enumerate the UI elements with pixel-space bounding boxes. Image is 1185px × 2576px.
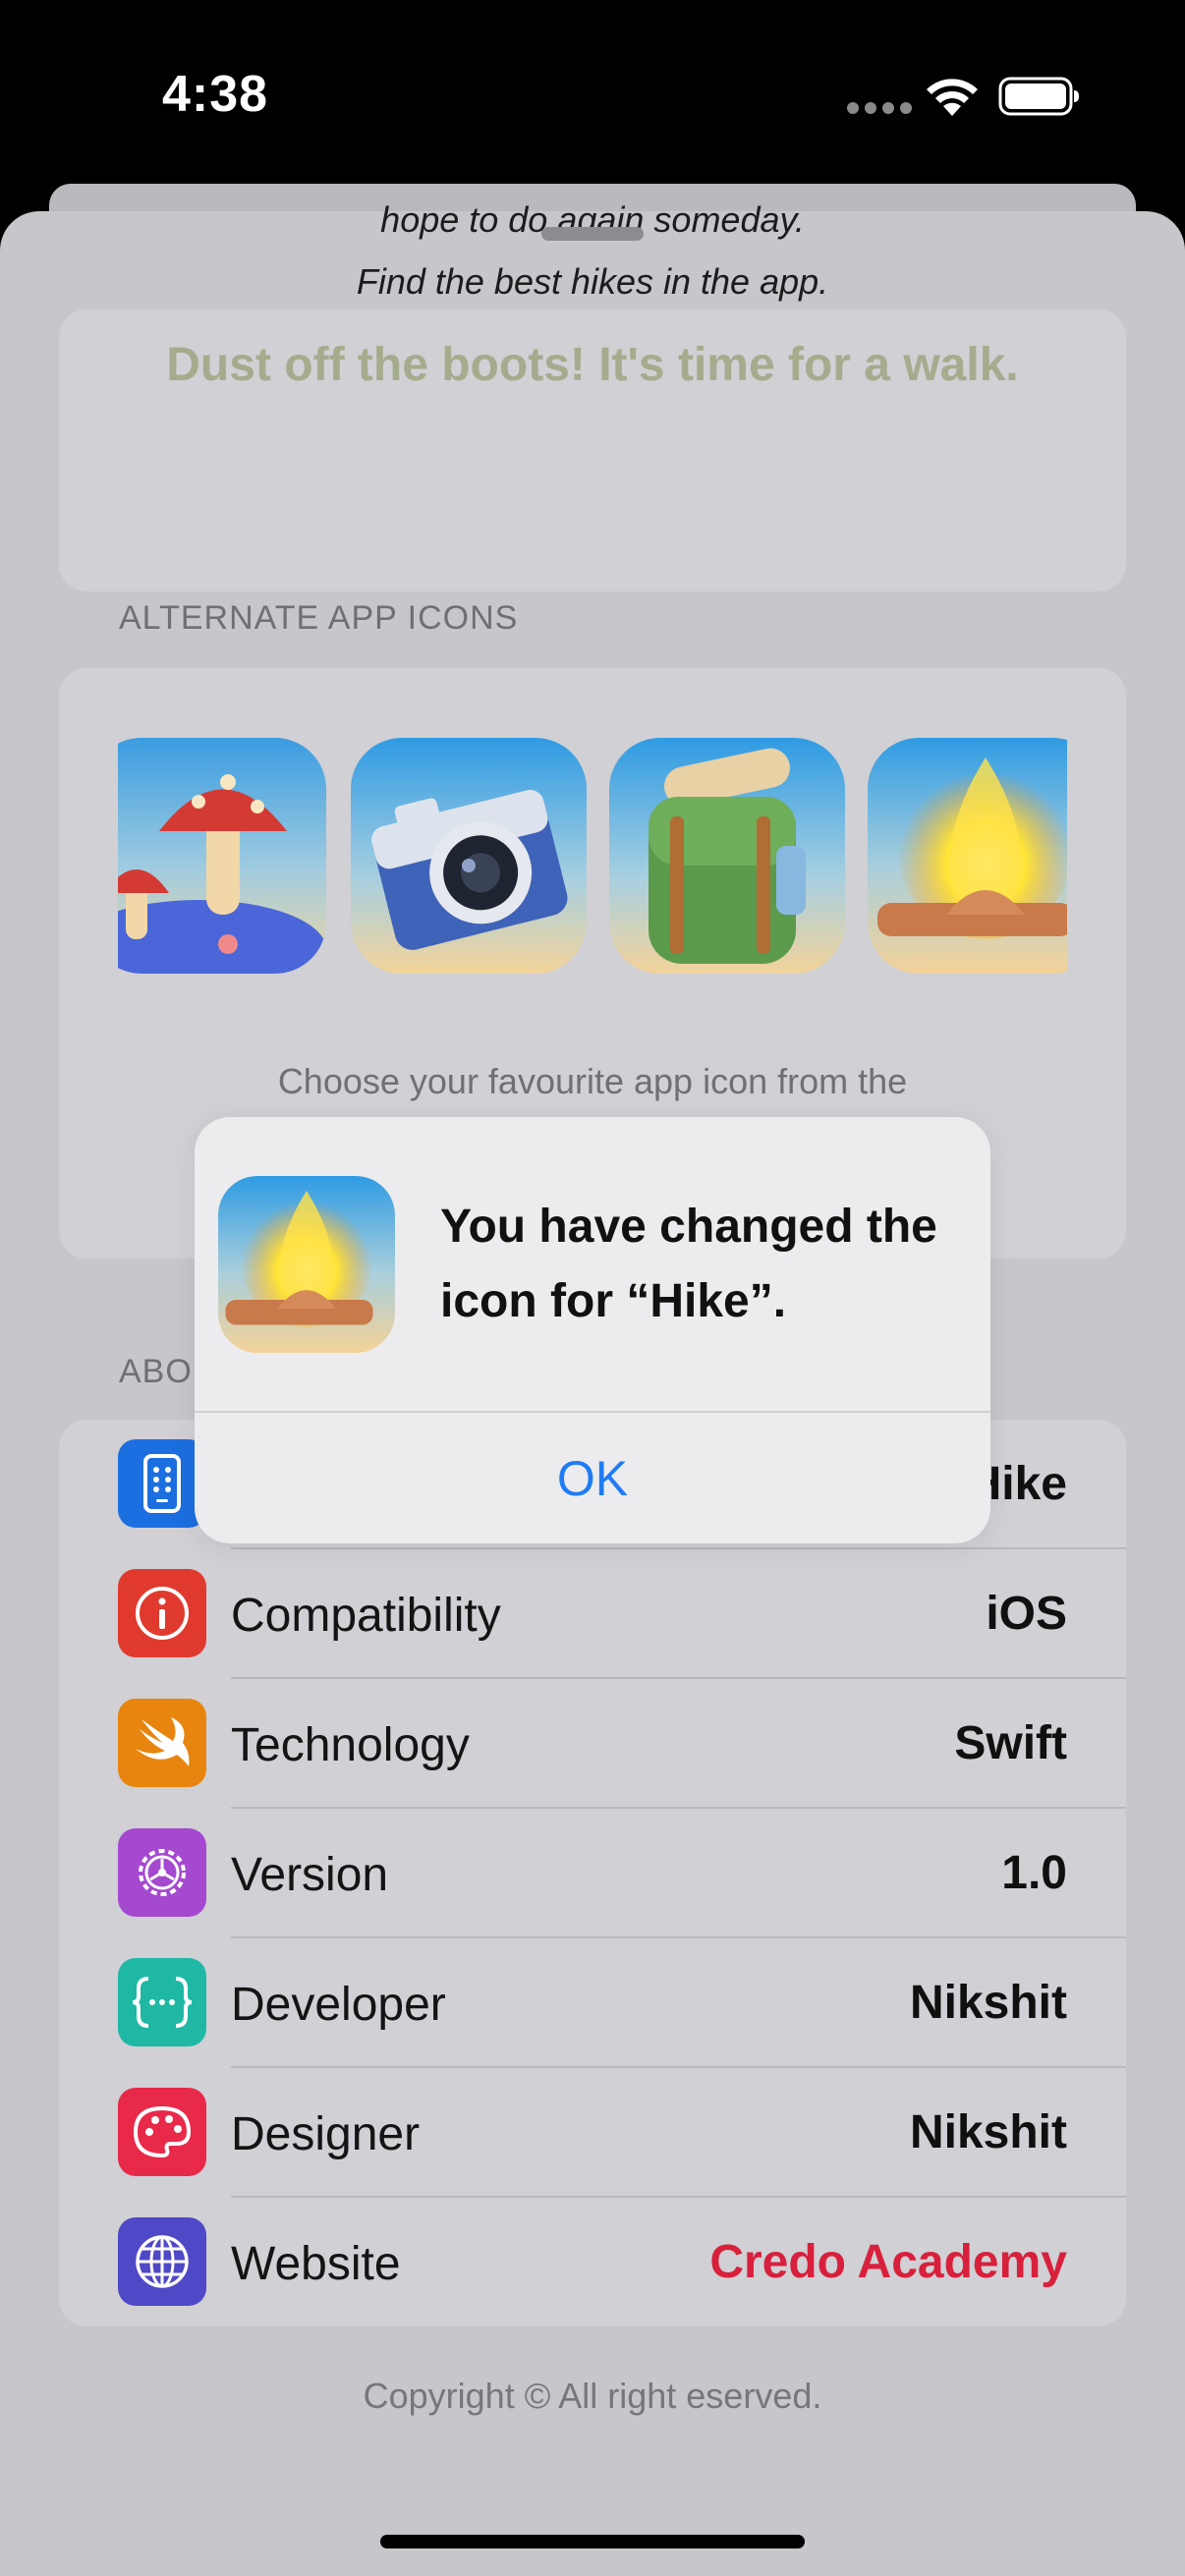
gear-icon [118,1828,206,1917]
info-icon [118,1569,206,1657]
alert-message: You have changed the icon for “Hike”. [440,1201,937,1327]
alert-divider [195,1411,990,1413]
globe-icon [118,2217,206,2306]
website-link[interactable]: Credo Academy [709,2235,1067,2289]
status-time: 4:38 [162,66,269,123]
about-row-version: Version 1.0 [59,1809,1126,1938]
about-value-compatibility: iOS [986,1588,1067,1640]
about-label-version: Version [231,1849,389,1901]
about-row-designer: Designer Nikshit [59,2068,1126,2198]
about-value-technology: Swift [954,1717,1067,1769]
backpack-icon[interactable] [609,738,845,974]
camera-icon[interactable] [351,738,587,974]
about-value-designer: Nikshit [909,2106,1067,2158]
alternate-icons-header: ALTERNATE APP ICONS [119,599,519,637]
cellular-signal-icon [847,102,912,114]
icons-strip[interactable] [118,738,1067,976]
palette-icon [118,2088,206,2176]
intro-find-line: Find the best hikes in the app. [356,261,829,302]
about-card: Hike Compatibility iOS Technology Swift [59,1420,1126,2326]
sheet-grabber[interactable] [541,227,644,241]
choose-icon-text: Choose your favourite app icon from the [277,1061,908,1101]
about-label-designer: Designer [231,2108,421,2160]
about-label-developer: Developer [231,1979,446,2031]
about-row-developer: Developer Nikshit [59,1938,1126,2068]
mushroom-icon[interactable] [118,738,326,974]
wifi-icon [927,79,978,116]
about-row-technology: Technology Swift [59,1679,1126,1809]
about-label-technology: Technology [231,1719,470,1771]
swift-icon [118,1699,206,1787]
about-header: ABO [119,1353,193,1390]
app-icon [118,1439,206,1528]
curly-braces-icon [118,1958,206,2046]
about-row-compatibility: Compatibility iOS [59,1549,1126,1679]
about-label-compatibility: Compatibility [231,1590,501,1642]
battery-icon [998,77,1079,116]
intro-tagline: Dust off the boots! It's time for a walk… [166,339,1019,391]
about-value-version: 1.0 [1001,1847,1067,1899]
about-label-website: Website [231,2238,401,2290]
home-indicator[interactable] [380,2535,805,2548]
about-row-website: Website Credo Academy [59,2198,1126,2326]
campfire-icon [218,1176,395,1353]
status-bar: 4:38 [0,0,1185,196]
icon-changed-alert: You have changed the icon for “Hike”. OK [195,1117,990,1543]
copyright-text: Copyright © All right eserved. [363,2376,822,2416]
ok-button[interactable]: OK [195,1414,990,1543]
campfire-icon[interactable] [868,738,1067,974]
about-value-developer: Nikshit [909,1977,1067,2029]
